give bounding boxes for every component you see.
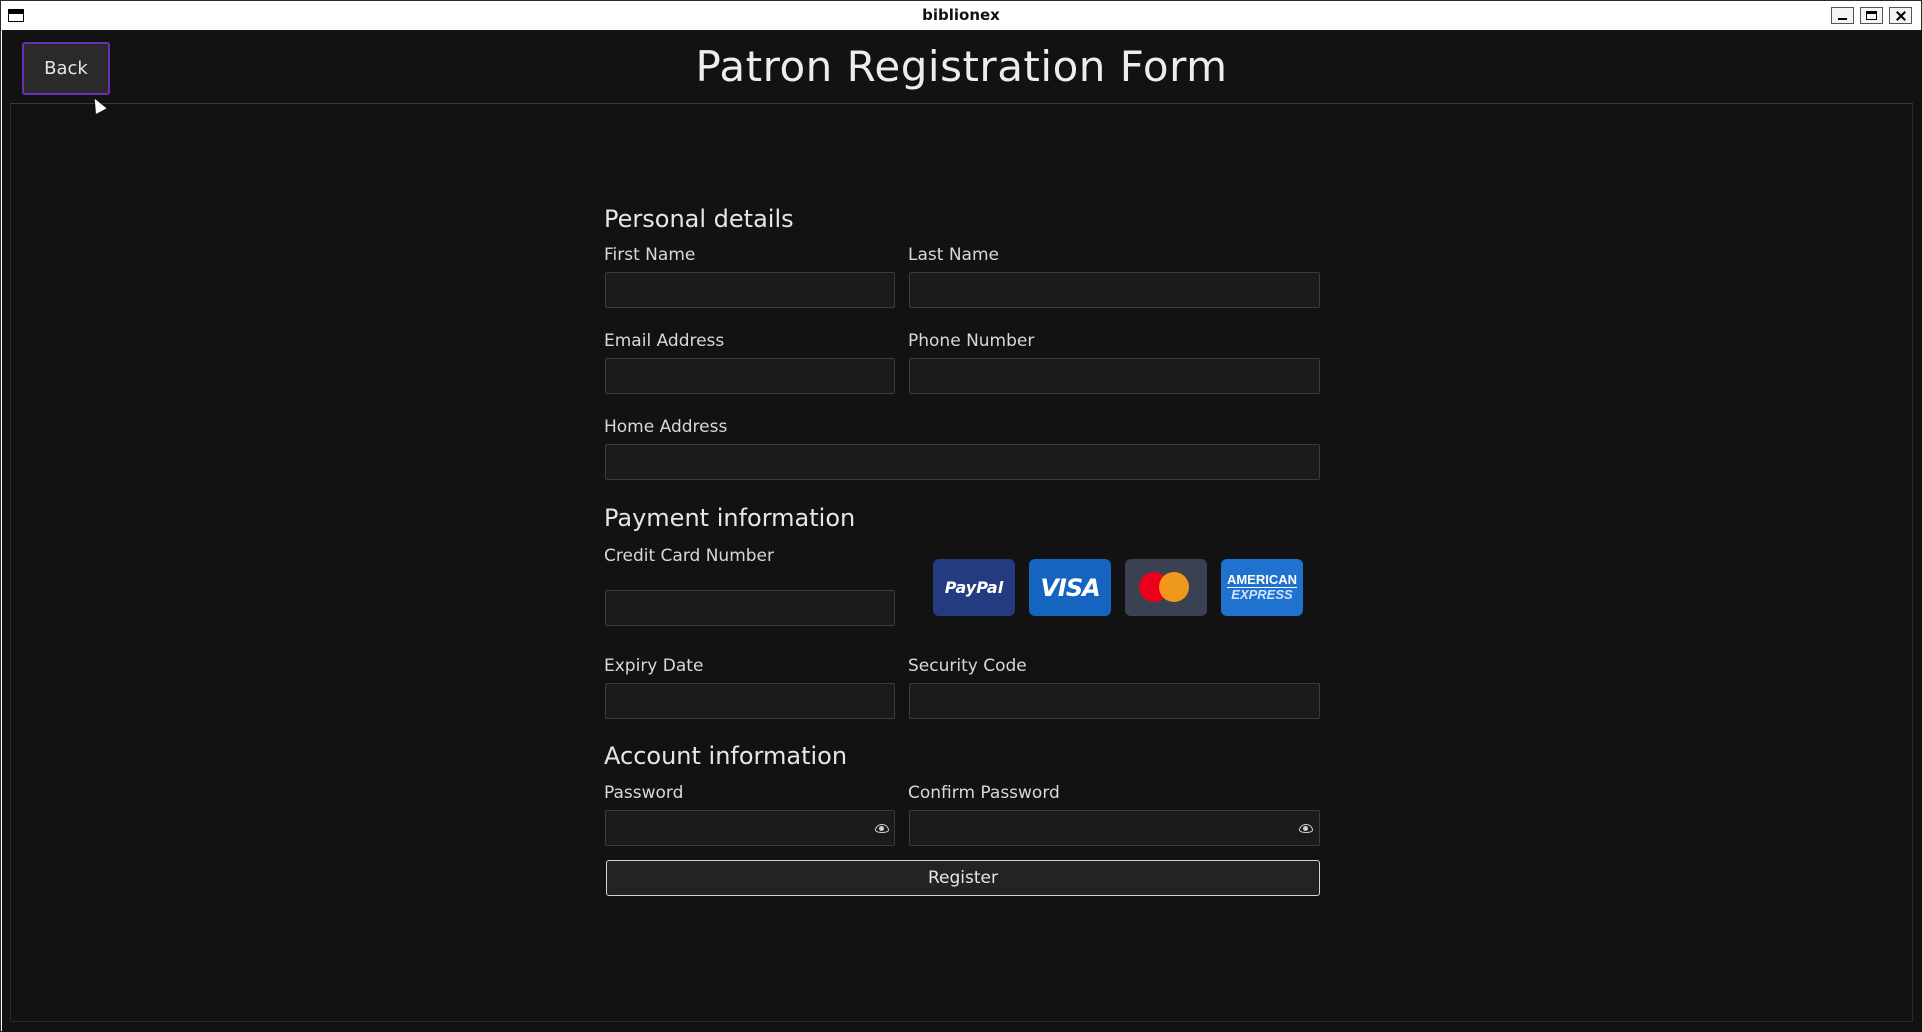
- password-field[interactable]: [605, 810, 895, 846]
- email-label: Email Address: [604, 331, 725, 351]
- expiry-date-field[interactable]: [605, 683, 895, 719]
- app-content: Back Patron Registration Form Personal d…: [2, 30, 1922, 1032]
- home-address-field[interactable]: [605, 444, 1320, 480]
- credit-card-number-field[interactable]: [605, 590, 895, 626]
- first-name-label: First Name: [604, 245, 696, 265]
- register-button[interactable]: Register: [606, 860, 1320, 896]
- app-window: biblionex Back Patron Registration Form …: [0, 0, 1922, 1032]
- account-information-heading: Account information: [604, 742, 848, 770]
- email-field[interactable]: [605, 358, 895, 394]
- american-express-icon: AMERICAN EXPRESS: [1221, 559, 1303, 616]
- visa-icon: VISA: [1029, 559, 1111, 616]
- personal-details-heading: Personal details: [604, 205, 794, 233]
- payment-information-heading: Payment information: [604, 504, 856, 532]
- visa-label: VISA: [1040, 573, 1100, 602]
- last-name-field[interactable]: [909, 272, 1320, 308]
- password-label: Password: [604, 783, 684, 803]
- mastercard-orange-circle: [1159, 572, 1189, 602]
- security-code-field[interactable]: [909, 683, 1320, 719]
- page-title: Patron Registration Form: [695, 42, 1228, 91]
- confirm-password-label: Confirm Password: [908, 783, 1060, 803]
- first-name-field[interactable]: [605, 272, 895, 308]
- minimize-button[interactable]: [1831, 7, 1854, 24]
- confirm-password-field[interactable]: [909, 810, 1320, 846]
- phone-label: Phone Number: [908, 331, 1035, 351]
- security-code-label: Security Code: [908, 656, 1027, 676]
- maximize-button[interactable]: [1860, 7, 1883, 24]
- page-header: Back Patron Registration Form: [10, 30, 1913, 104]
- close-button[interactable]: [1889, 7, 1912, 24]
- paypal-icon: PayPal: [933, 559, 1015, 616]
- credit-card-number-label: Credit Card Number: [604, 546, 774, 566]
- show-password-eye-icon[interactable]: [875, 824, 889, 833]
- phone-field[interactable]: [909, 358, 1320, 394]
- paypal-label: PayPal: [944, 578, 1004, 597]
- show-confirm-password-eye-icon[interactable]: [1299, 824, 1313, 833]
- window-title: biblionex: [922, 6, 1000, 24]
- amex-line1: AMERICAN: [1226, 572, 1298, 588]
- home-address-label: Home Address: [604, 417, 728, 437]
- mastercard-icon: [1125, 559, 1207, 616]
- expiry-date-label: Expiry Date: [604, 656, 704, 676]
- amex-line2: EXPRESS: [1231, 587, 1293, 602]
- title-bar: biblionex: [1, 1, 1921, 31]
- last-name-label: Last Name: [908, 245, 999, 265]
